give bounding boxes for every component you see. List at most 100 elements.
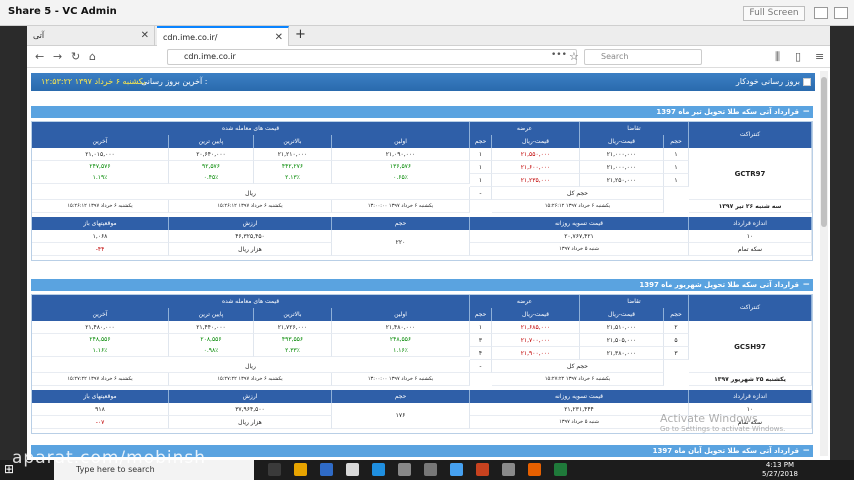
demand-volume-cell: ۱: [664, 148, 689, 161]
tab-cdn[interactable]: cdn.ime.co.ir/ ✕: [157, 26, 289, 46]
open-positions-change: -۴۴: [32, 243, 169, 256]
rial-unit-label: ریال: [32, 187, 470, 200]
settlement-date: شنبه ۵ خرداد ۱۳۹۷: [470, 243, 689, 256]
taskbar-clock[interactable]: 4:13 PM 5/27/2018: [762, 461, 798, 479]
library-icon[interactable]: ⫼: [775, 50, 780, 64]
settlement-value: ۲۰,۷۶۷,۴۲۱: [470, 230, 689, 243]
demand-volume-header: حجم: [664, 135, 689, 148]
section-title: قرارداد آتی سکه طلا تحویل شهریور ماه 139…: [639, 281, 799, 289]
supply-price-cell: ۲۱,۲۳۵,۰۰۰: [492, 174, 580, 187]
open-positions-header: موقعیتهای باز: [32, 390, 169, 403]
contract-size-header: اندازه قرارداد: [689, 217, 812, 230]
demand-header: تقاضا: [580, 122, 689, 135]
last-price-cell: ۲۱,۰۱۵,۰۰۰: [32, 148, 169, 161]
high-price-cell: ۲۱,۷۲۶,۰۰۰: [254, 321, 332, 334]
supply-price-cell: ۲۱,۹۰۰,۰۰۰: [492, 347, 580, 360]
low-percent-cell: ۰.۹۸٪: [169, 345, 254, 357]
settlement-value: ۲۱,۲۳۱,۴۴۴: [470, 403, 689, 416]
scrollbar-thumb[interactable]: [821, 77, 827, 227]
supply-volume-header: حجم: [470, 308, 492, 321]
demand-volume-cell: ۳: [664, 347, 689, 360]
close-window-icon[interactable]: [834, 7, 848, 19]
collapse-icon[interactable]: −: [802, 106, 810, 118]
share-title: Share 5 - VC Admin: [8, 6, 117, 17]
supply-header: عرضه: [470, 295, 580, 308]
scrollbar[interactable]: [820, 71, 828, 456]
section-title: قرارداد آتی سکه طلا تحویل تیر ماه 1397: [656, 108, 799, 116]
value-header: ارزش: [169, 390, 332, 403]
page-actions-icon[interactable]: •••: [551, 50, 567, 60]
contract-size-value: ۱۰: [689, 230, 812, 243]
open-positions-value: ۱,۰۶۸: [32, 230, 169, 243]
first-percent-cell: ۱.۱۶٪: [332, 345, 470, 357]
first-price-cell: ۲۱,۰۹۰,۰۰۰: [332, 148, 470, 161]
contract-code[interactable]: GCTR97: [689, 148, 812, 200]
file-explorer-icon[interactable]: [294, 463, 307, 476]
close-tab-icon[interactable]: ✕: [141, 26, 149, 46]
collapse-icon[interactable]: −: [802, 445, 810, 457]
settlement-date: شنبه ۵ خرداد ۱۳۹۷: [470, 416, 689, 429]
high-header: بالاترین: [254, 135, 332, 148]
section-title: قرارداد آتی سکه طلا تحویل آبان ماه 1397: [652, 447, 799, 455]
menu-icon[interactable]: ≡: [815, 50, 824, 63]
tab-label: آتی: [33, 31, 45, 40]
app-icon[interactable]: [398, 463, 411, 476]
bookmark-star-icon[interactable]: ☆: [569, 50, 579, 63]
store-icon[interactable]: [320, 463, 333, 476]
navigation-bar: ← → ↻ ⌂ cdn.ime.co.ir ••• ☆ Search ⫼ ▯ ≡: [27, 46, 830, 68]
clock-date: 5/27/2018: [762, 470, 798, 478]
collapse-icon[interactable]: −: [802, 279, 810, 291]
demand-price-cell: ۲۱,۳۸۰,۰۰۰: [580, 347, 664, 360]
tab-ati[interactable]: آتی ✕: [27, 26, 155, 46]
app-icon[interactable]: [450, 463, 463, 476]
activate-subtitle: Go to Settings to activate Windows.: [660, 425, 786, 433]
new-tab-icon[interactable]: +: [295, 26, 306, 44]
search-input[interactable]: Search: [584, 49, 702, 65]
section-header[interactable]: قرارداد آتی سکه طلا تحویل تیر ماه 1397−: [31, 106, 813, 118]
low-change-cell: ۲۰۸,۵۵۶: [169, 334, 254, 345]
forward-icon[interactable]: →: [53, 50, 62, 63]
app-icon[interactable]: [502, 463, 515, 476]
app-icon[interactable]: [554, 463, 567, 476]
demand-price-cell: ۲۱,۵۱۰,۰۰۰: [580, 321, 664, 334]
activate-windows-notice: Activate Windows Go to Settings to activ…: [660, 412, 785, 433]
demand-volume-cell: ۱: [664, 174, 689, 187]
supply-price-cell: ۲۱,۵۵۰,۰۰۰: [492, 148, 580, 161]
section-header[interactable]: قرارداد آتی سکه طلا تحویل شهریور ماه 139…: [31, 279, 813, 291]
supply-volume-cell: ۱: [470, 161, 492, 174]
page-content: یکشنبه ۶ خرداد ۱۳۹۷ ۱۲:۵۳:۲۲ آخرین بروز …: [27, 69, 817, 460]
open-positions-value: ۹۱۸: [32, 403, 169, 416]
low-header: پایین ترین: [169, 308, 254, 321]
value-value: ۳۷,۹۶۴,۵۰۰: [169, 403, 332, 416]
last-percent-cell: ۱.۱۶٪: [32, 345, 169, 357]
firefox-icon[interactable]: [528, 463, 541, 476]
value-unit: هزار ریال: [169, 416, 332, 429]
task-view-icon[interactable]: [268, 463, 281, 476]
supply-price-header: قیمت-ریال: [492, 135, 580, 148]
back-icon[interactable]: ←: [35, 50, 44, 63]
reload-icon[interactable]: ↻: [71, 50, 80, 63]
fullscreen-button[interactable]: Full Screen: [743, 6, 805, 21]
powerpoint-icon[interactable]: [476, 463, 489, 476]
auto-refresh-checkbox[interactable]: [803, 77, 811, 86]
auto-refresh-label: بروز رسانی خودکار: [735, 77, 800, 86]
high-percent-cell: ۲.۱۳٪: [254, 172, 332, 184]
contract-code[interactable]: GCSH97: [689, 321, 812, 373]
supply-volume-cell: ۱: [470, 148, 492, 161]
app-icon[interactable]: [424, 463, 437, 476]
firefox-window: آتی ✕ cdn.ime.co.ir/ ✕ + ← → ↻ ⌂ cdn.ime…: [27, 26, 830, 460]
url-bar[interactable]: cdn.ime.co.ir: [167, 49, 577, 65]
auto-refresh-toggle[interactable]: بروز رسانی خودکار: [736, 77, 811, 86]
mail-icon[interactable]: [346, 463, 359, 476]
share-window-titlebar: Share 5 - VC Admin Full Screen: [0, 0, 854, 26]
edge-icon[interactable]: [372, 463, 385, 476]
close-tab-icon[interactable]: ✕: [275, 28, 283, 48]
volume-header: حجم: [332, 390, 470, 403]
traded-prices-header: قیمت های معامله شده: [32, 295, 470, 308]
sidebar-icon[interactable]: ▯: [795, 50, 801, 63]
minimize-icon[interactable]: [814, 7, 828, 19]
home-icon[interactable]: ⌂: [89, 50, 96, 63]
supply-price-cell: ۲۱,۶۰۰,۰۰۰: [492, 161, 580, 174]
activate-title: Activate Windows: [660, 412, 758, 425]
total-volume-value: -: [470, 360, 492, 373]
